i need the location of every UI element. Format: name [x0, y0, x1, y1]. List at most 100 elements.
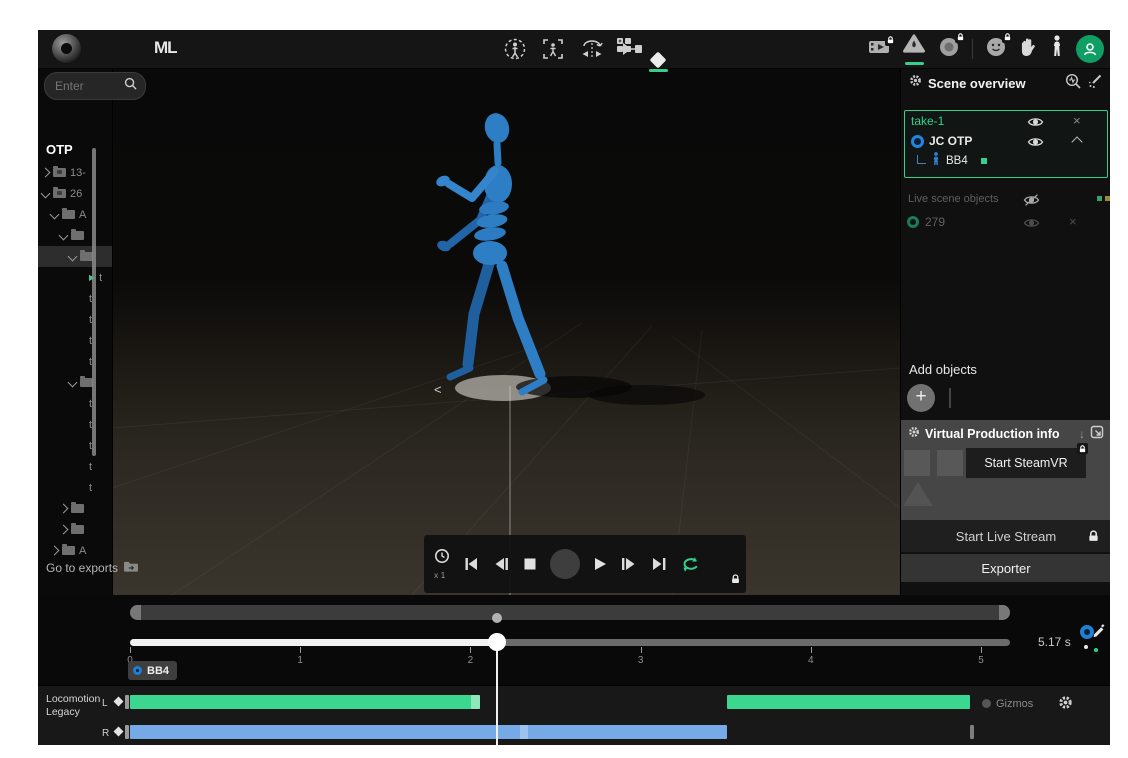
- tree-item[interactable]: t: [38, 393, 112, 414]
- edit-take-icon[interactable]: [1080, 623, 1108, 653]
- download-arrow-icon[interactable]: ↓: [1079, 427, 1085, 441]
- track-segment-left[interactable]: [727, 695, 971, 709]
- track-right-start-handle[interactable]: [125, 725, 129, 739]
- profile-avatar[interactable]: [1076, 35, 1104, 63]
- zoom-graph-icon[interactable]: [1065, 73, 1081, 94]
- figure-focus-icon[interactable]: [542, 38, 564, 60]
- gear-icon[interactable]: [909, 74, 922, 92]
- glove-button[interactable]: [1019, 36, 1038, 62]
- zoom-bar-left-handle[interactable]: [130, 605, 141, 620]
- live-object-row[interactable]: 279 ×: [901, 212, 1110, 232]
- tree-scrollbar[interactable]: [92, 148, 96, 456]
- app-logo[interactable]: [52, 34, 81, 63]
- face-capture-button[interactable]: [985, 36, 1007, 63]
- expand-icon[interactable]: [1090, 425, 1104, 444]
- play-button[interactable]: [592, 556, 608, 572]
- profile-row[interactable]: BB4: [905, 151, 1107, 171]
- skip-to-start-button[interactable]: [462, 556, 480, 572]
- track-left-start-handle[interactable]: [125, 695, 129, 709]
- close-icon[interactable]: ×: [1073, 114, 1081, 127]
- loop-button[interactable]: [680, 556, 700, 573]
- turntable-icon[interactable]: [580, 38, 604, 60]
- gear-icon[interactable]: [908, 425, 920, 443]
- track-lane-right[interactable]: [130, 725, 1010, 739]
- tree-item[interactable]: 26: [38, 183, 112, 204]
- tree-item[interactable]: t: [38, 330, 112, 351]
- video-capture-button[interactable]: [868, 39, 890, 60]
- skip-to-end-button[interactable]: [650, 556, 668, 572]
- track-segment-right[interactable]: [130, 725, 727, 739]
- vp-thumbnail[interactable]: [937, 450, 963, 476]
- chevron-down-icon[interactable]: [59, 231, 69, 241]
- tree-item[interactable]: [38, 372, 112, 393]
- search-box[interactable]: [44, 72, 146, 100]
- smartsuit-button[interactable]: [1050, 35, 1064, 64]
- chevron-right-icon[interactable]: [41, 168, 51, 178]
- device-ring-button[interactable]: [938, 36, 960, 63]
- track-settings-gear-icon[interactable]: [1058, 695, 1073, 715]
- tree-item[interactable]: t: [38, 456, 112, 477]
- tree-item[interactable]: t: [38, 351, 112, 372]
- eye-off-icon[interactable]: [1023, 193, 1040, 211]
- stop-button[interactable]: [522, 556, 538, 572]
- track-lane-left[interactable]: [130, 695, 1010, 709]
- visibility-eye-icon-dim[interactable]: [1023, 216, 1040, 234]
- tree-item[interactable]: A: [38, 204, 112, 225]
- gizmos-toggle-dot[interactable]: [982, 699, 991, 708]
- zoom-bar-center-dot[interactable]: [492, 613, 502, 623]
- tree-item[interactable]: t: [38, 288, 112, 309]
- take-row[interactable]: take-1 ×: [905, 111, 1107, 131]
- playback-speed-button[interactable]: x 1: [434, 548, 450, 580]
- vp-thumbnail[interactable]: [904, 450, 930, 476]
- play-clip-icon[interactable]: [620, 41, 644, 57]
- tree-item[interactable]: [38, 519, 112, 540]
- chevron-right-icon[interactable]: [59, 504, 69, 514]
- playback-lock-icon[interactable]: [731, 571, 740, 589]
- start-live-stream-button[interactable]: Start Live Stream: [901, 520, 1110, 552]
- magic-wand-icon[interactable]: [1087, 73, 1103, 94]
- chevron-down-icon[interactable]: [68, 252, 78, 262]
- live-scene-objects-row[interactable]: Live scene objects: [901, 190, 1110, 208]
- mannequin-figure[interactable]: [435, 111, 544, 392]
- start-steamvr-button[interactable]: Start SteamVR: [966, 448, 1086, 478]
- tree-item[interactable]: ▶t: [38, 267, 112, 288]
- keyframe-diamond-icon[interactable]: [114, 697, 124, 707]
- keyframe-diamond-icon[interactable]: [114, 727, 124, 737]
- chevron-down-icon[interactable]: [41, 189, 51, 199]
- search-input[interactable]: [53, 78, 120, 94]
- chevron-down-icon[interactable]: [50, 210, 60, 220]
- coil-pro-button[interactable]: [902, 33, 926, 65]
- go-to-exports-button[interactable]: Go to exports: [46, 560, 139, 576]
- segment-end-cap[interactable]: [471, 695, 480, 709]
- timeline-zoom-bar[interactable]: [130, 605, 1010, 620]
- track-right-marker[interactable]: [970, 725, 974, 739]
- track-segment-left[interactable]: [130, 695, 480, 709]
- tree-item[interactable]: [38, 246, 113, 267]
- take-group[interactable]: take-1 × JC OTP BB4: [904, 110, 1108, 178]
- tree-item[interactable]: [38, 225, 112, 246]
- playhead-handle[interactable]: [488, 633, 506, 651]
- timeline-slider[interactable]: [130, 639, 1010, 646]
- zoom-bar-right-handle[interactable]: [999, 605, 1010, 620]
- tree-item[interactable]: t: [38, 414, 112, 435]
- tree-item[interactable]: t: [38, 477, 112, 498]
- actor-row[interactable]: JC OTP: [905, 131, 1107, 151]
- chevron-up-icon[interactable]: [1071, 136, 1082, 147]
- tree-item[interactable]: [38, 498, 112, 519]
- close-icon-dim[interactable]: ×: [1069, 215, 1077, 228]
- figure-circle-icon[interactable]: [504, 38, 526, 60]
- tree-item[interactable]: t: [38, 435, 112, 456]
- chevron-right-icon[interactable]: [59, 525, 69, 535]
- chevron-down-icon[interactable]: [68, 378, 78, 388]
- clip-chip[interactable]: BB4: [128, 661, 177, 680]
- step-back-button[interactable]: [492, 556, 510, 572]
- add-object-button[interactable]: +: [907, 384, 935, 412]
- playhead-line[interactable]: [496, 642, 498, 745]
- record-button[interactable]: [550, 549, 580, 579]
- viewport-3d[interactable]: <: [112, 68, 900, 595]
- exporter-button[interactable]: Exporter: [901, 554, 1110, 582]
- project-root-label[interactable]: OTP: [46, 142, 73, 157]
- tree-item[interactable]: 13-: [38, 162, 112, 183]
- step-forward-button[interactable]: [620, 556, 638, 572]
- chevron-right-icon[interactable]: [50, 546, 60, 556]
